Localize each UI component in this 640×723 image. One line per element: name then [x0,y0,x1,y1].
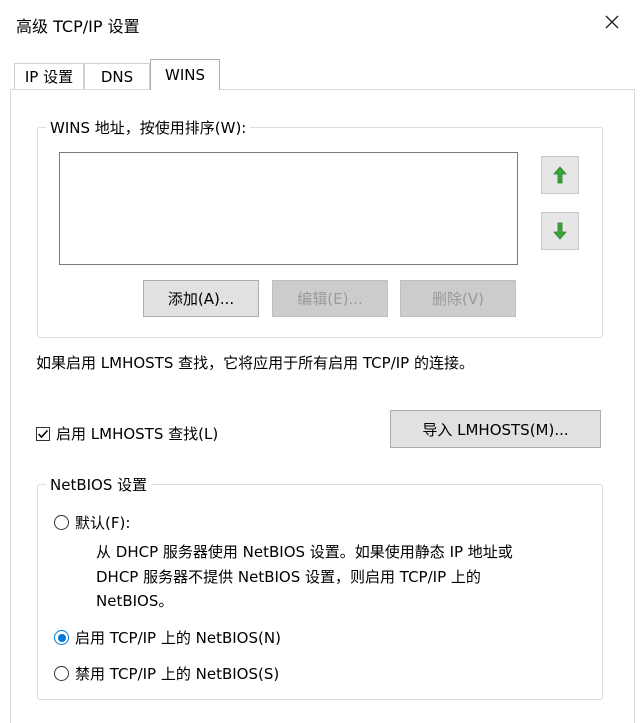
wins-address-list[interactable] [59,152,518,265]
checkbox-box [36,426,50,441]
netbios-disable-label: 禁用 TCP/IP 上的 NetBIOS(S) [75,665,280,683]
wins-group-label: WINS 地址，按使用排序(W): [46,117,251,138]
netbios-default-desc-line: DHCP 服务器不提供 NetBIOS 设置，则启用 TCP/IP 上的 [96,568,481,586]
netbios-enable-radio[interactable]: 启用 TCP/IP 上的 NetBIOS(N) [54,627,281,648]
import-lmhosts-label: 导入 LMHOSTS(M)... [422,420,569,439]
edit-button[interactable]: 编辑(E)... [272,280,388,317]
netbios-default-desc-line: NetBIOS。 [96,592,174,610]
delete-button[interactable]: 删除(V) [400,280,516,317]
netbios-disable-radio[interactable]: 禁用 TCP/IP 上的 NetBIOS(S) [54,663,279,684]
radio-circle [54,630,69,645]
delete-button-label: 删除(V) [432,290,484,308]
lmhosts-info-text: 如果启用 LMHOSTS 查找，它将应用于所有启用 TCP/IP 的连接。 [36,354,474,372]
radio-circle [54,515,69,530]
netbios-group-label: NetBIOS 设置 [46,474,152,495]
title-bar: 高级 TCP/IP 设置 [0,0,640,46]
netbios-default-desc-line: 从 DHCP 服务器使用 NetBIOS 设置。如果使用静态 IP 地址或 [96,543,513,561]
netbios-enable-label: 启用 TCP/IP 上的 NetBIOS(N) [75,629,281,647]
netbios-default-radio[interactable]: 默认(F): [54,512,130,533]
tab-dns[interactable]: DNS [84,63,150,89]
netbios-default-label: 默认(F): [75,514,131,532]
import-lmhosts-button[interactable]: 导入 LMHOSTS(M)... [390,410,601,448]
checkmark-icon [37,429,49,438]
enable-lmhosts-label: 启用 LMHOSTS 查找(L) [56,425,219,443]
tab-label: WINS [165,66,205,84]
arrow-up-icon [553,166,567,184]
tab-label: IP 设置 [24,68,74,86]
move-down-button[interactable] [541,212,579,250]
arrow-down-icon [553,222,567,240]
tab-strip: IP 设置 DNS WINS [0,59,640,90]
tab-label: DNS [100,67,134,86]
tab-ip-settings[interactable]: IP 设置 [14,63,84,89]
window-title: 高级 TCP/IP 设置 [16,17,140,36]
edit-button-label: 编辑(E)... [297,290,363,308]
add-button-label: 添加(A)... [167,290,235,308]
tab-wins[interactable]: WINS [150,59,220,90]
radio-circle [54,666,69,681]
enable-lmhosts-checkbox[interactable]: 启用 LMHOSTS 查找(L) [36,423,218,444]
close-icon [605,15,619,29]
add-button[interactable]: 添加(A)... [143,280,259,317]
move-up-button[interactable] [541,156,579,194]
close-button[interactable] [598,8,626,36]
radio-dot [57,633,66,642]
